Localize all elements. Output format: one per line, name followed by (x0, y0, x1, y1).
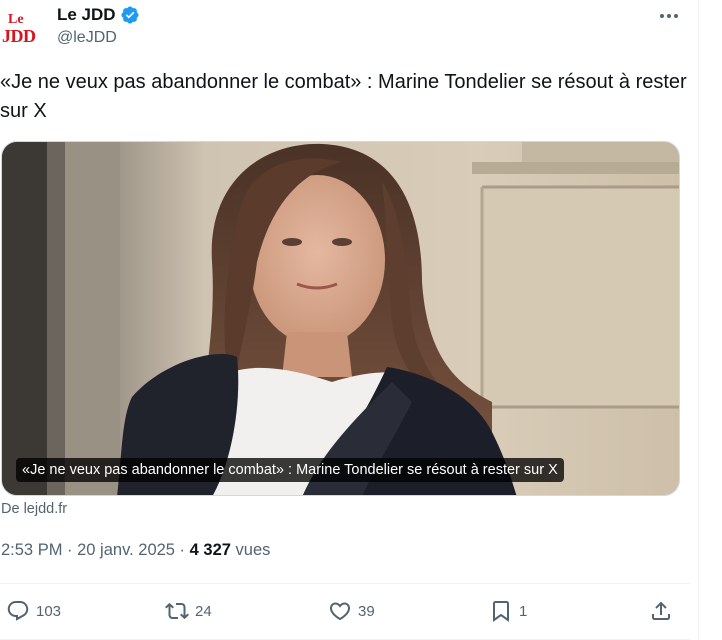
reply-icon (7, 601, 29, 621)
share-icon (652, 601, 670, 620)
tweet-text: «Je ne veux pas abandonner le combat» : … (0, 71, 687, 122)
verified-badge-icon (121, 6, 139, 24)
repost-button[interactable]: 24 (165, 596, 212, 626)
views-count: 4 327 (189, 541, 231, 559)
link-card-image[interactable] (1, 141, 680, 496)
logo-text-top: Le (8, 12, 24, 27)
timeline-border (698, 0, 699, 640)
tweet-timestamp[interactable]: 2:53 PM · 20 janv. 2025 · (1, 541, 190, 559)
divider (0, 583, 690, 584)
tweet-meta: 2:53 PM · 20 janv. 2025 · 4 327 vues (1, 541, 270, 560)
reply-count: 103 (36, 602, 62, 620)
card-source-link[interactable]: De lejdd.fr (1, 501, 67, 517)
like-button[interactable]: 39 (328, 596, 375, 626)
bookmark-icon (493, 601, 509, 622)
author-name-text: Le JDD (57, 5, 116, 24)
like-count: 39 (358, 602, 375, 620)
card-caption: «Je ne veux pas abandonner le combat» : … (16, 458, 564, 482)
bookmark-button[interactable]: 1 (489, 596, 527, 626)
logo-text-bottom: JDD (2, 26, 36, 46)
repost-icon (165, 602, 189, 620)
share-button[interactable] (649, 596, 673, 626)
article-photo (2, 142, 679, 495)
like-icon (329, 602, 351, 621)
bookmark-count: 1 (519, 602, 528, 620)
author-handle[interactable]: @leJDD (57, 29, 117, 47)
reply-button[interactable]: 103 (6, 596, 61, 626)
author-avatar[interactable]: Le JDD (2, 10, 48, 48)
more-icon[interactable] (654, 4, 684, 28)
author-name[interactable]: Le JDD (57, 5, 140, 25)
views-label: vues (230, 541, 271, 559)
repost-count: 24 (195, 602, 212, 620)
